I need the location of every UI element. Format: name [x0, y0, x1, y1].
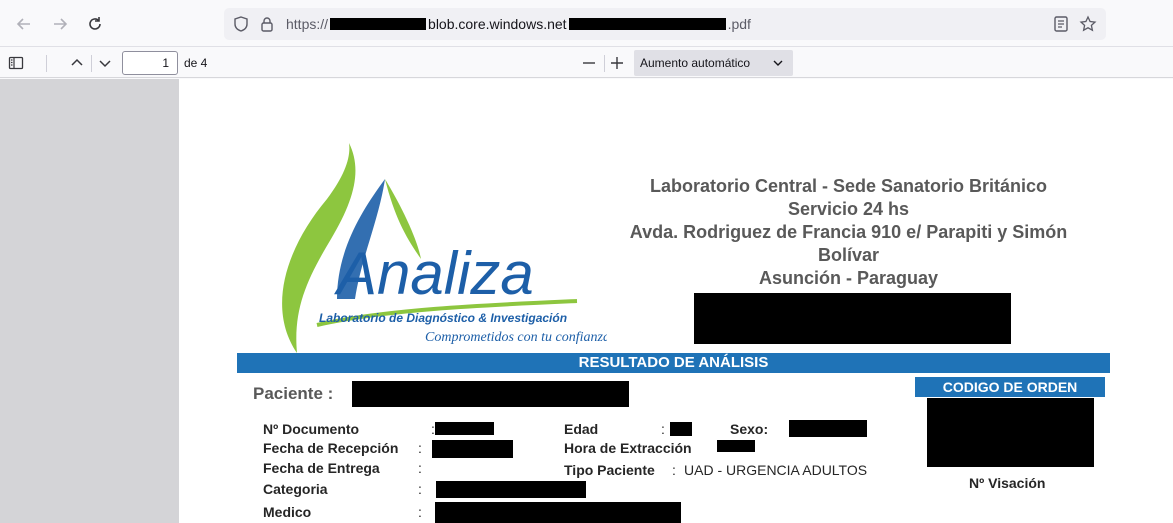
pdf-page: Analiza Laboratorio de Diagnóstico & Inv…: [179, 79, 1173, 523]
url-text[interactable]: https:// blob.core.windows.net .pdf: [286, 16, 751, 32]
field-colon: :: [661, 421, 665, 437]
chevron-down-icon[interactable]: [94, 52, 116, 74]
result-title-bar: RESULTADO DE ANÁLISIS: [237, 353, 1110, 373]
field-tipo-value: UAD - URGENCIA ADULTOS: [684, 462, 868, 478]
chevron-down-icon: [773, 50, 783, 78]
redacted-block: [352, 381, 629, 407]
logo-brand: Analiza: [334, 240, 534, 307]
lock-icon[interactable]: [258, 15, 276, 33]
browser-navbar: https:// blob.core.windows.net .pdf: [0, 0, 1173, 46]
field-entrega-label: Fecha de Entrega: [263, 460, 380, 476]
toolbar-divider: [91, 55, 92, 72]
field-colon: :: [418, 481, 422, 497]
lab-header-line: Avda. Rodriguez de Francia 910 e/ Parapi…: [629, 222, 1068, 242]
field-colon: :: [672, 462, 676, 478]
lab-header: Laboratorio Central - Sede Sanatorio Bri…: [577, 175, 1120, 290]
field-sexo-label: Sexo:: [730, 421, 769, 437]
toolbar-divider: [604, 55, 605, 72]
redacted-block: [789, 420, 867, 437]
redacted-block: [717, 440, 755, 452]
field-hora-label: Hora de Extracción: [564, 440, 692, 456]
field-medico-label: Medico: [263, 504, 312, 520]
redacted-block: [435, 502, 681, 523]
visacion-label: Nº Visación: [969, 475, 1046, 491]
logo-slogan: Comprometidos con tu confianza: [425, 330, 607, 345]
reload-icon[interactable]: [80, 9, 110, 39]
arrow-right-icon[interactable]: [45, 9, 75, 39]
analiza-logo: Analiza Laboratorio de Diagnóstico & Inv…: [282, 143, 607, 353]
redacted-block: [432, 440, 513, 458]
redacted-block: [436, 481, 586, 498]
redacted-block: [694, 293, 1011, 344]
lab-header-line: Bolívar: [817, 245, 880, 265]
star-icon[interactable]: [1079, 15, 1097, 33]
redacted-block: [435, 422, 494, 435]
pdf-viewer: Analiza Laboratorio de Diagnóstico & Inv…: [0, 79, 1173, 523]
order-code-header: CODIGO DE ORDEN: [915, 377, 1105, 397]
page-count-label: de 4: [184, 56, 208, 70]
page-number-input[interactable]: 1: [122, 51, 178, 75]
url-scheme: https://: [286, 16, 329, 32]
field-documento-label: Nº Documento: [263, 421, 360, 437]
zoom-value: Aumento automático: [640, 56, 751, 70]
reader-view-icon[interactable]: [1052, 15, 1070, 33]
field-recepcion-label: Fecha de Recepción: [263, 440, 399, 456]
zoom-select[interactable]: Aumento automático: [634, 50, 793, 76]
toolbar-divider: [46, 55, 47, 72]
field-edad-label: Edad: [564, 421, 599, 437]
redacted-block: [330, 18, 427, 30]
lab-header-line: Servicio 24 hs: [787, 199, 910, 219]
field-colon: :: [418, 460, 422, 476]
field-colon: :: [418, 504, 422, 520]
shield-icon[interactable]: [232, 15, 250, 33]
arrow-left-icon[interactable]: [9, 9, 39, 39]
redacted-block: [927, 398, 1094, 467]
url-bar[interactable]: https:// blob.core.windows.net .pdf: [224, 8, 1106, 40]
zoom-in-button[interactable]: [606, 52, 628, 74]
url-host: blob.core.windows.net: [428, 16, 567, 32]
lab-header-line: Asunción - Paraguay: [758, 268, 939, 288]
zoom-out-button[interactable]: [578, 52, 600, 74]
pdf-toolbar: 1 de 4 Aumento automático: [0, 46, 1173, 78]
patient-label: Paciente :: [253, 384, 334, 403]
redacted-block: [568, 18, 726, 30]
field-categoria-label: Categoria: [263, 481, 328, 497]
url-extension: .pdf: [727, 16, 751, 32]
sidebar-toggle-icon[interactable]: [5, 52, 27, 74]
field-colon: :: [418, 440, 422, 456]
redacted-block: [670, 422, 692, 436]
field-tipo-label: Tipo Paciente: [564, 462, 655, 478]
logo-tagline: Laboratorio de Diagnóstico & Investigaci…: [319, 311, 567, 325]
lab-header-line: Laboratorio Central - Sede Sanatorio Bri…: [649, 176, 1048, 196]
chevron-up-icon[interactable]: [66, 52, 88, 74]
